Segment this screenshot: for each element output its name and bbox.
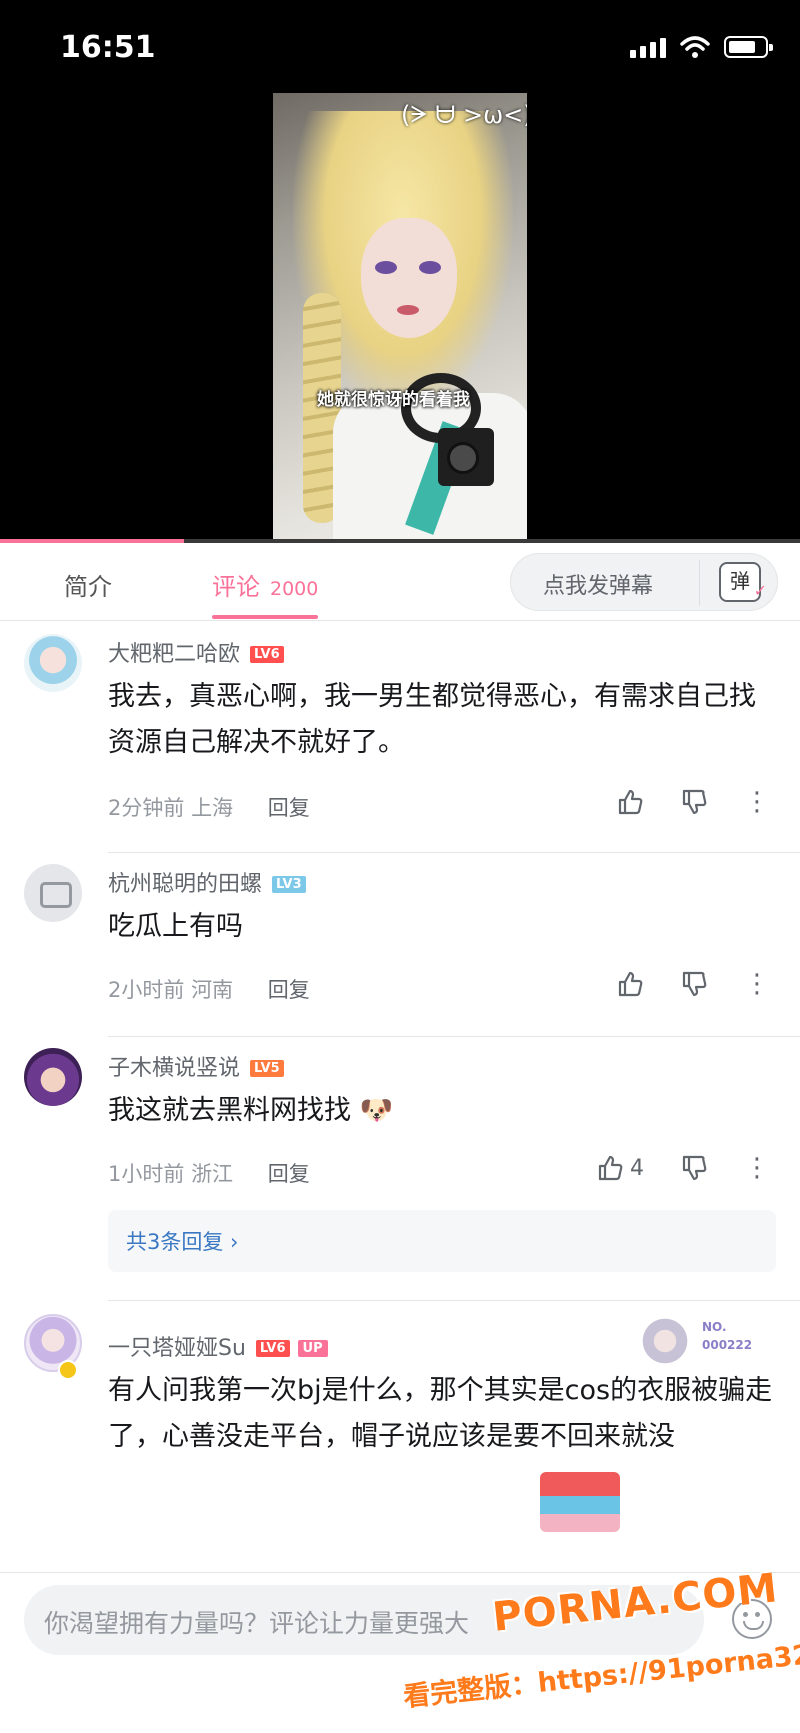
video-figure-eye (375, 261, 397, 274)
username-text: 大粑粑二哈欧 (108, 642, 241, 667)
comment-text: 我去，真恶心啊，我一男生都觉得恶心，有需求自己找资源自己解决不就好了。 (108, 681, 756, 758)
video-figure-lips (397, 305, 419, 315)
comment-actions: ⋮ (616, 970, 770, 998)
video-player[interactable]: 16:51 (ᗒ ᗨ >ω<)✧ 她就很惊讶的看着我 (0, 0, 800, 543)
thumbs-up-icon (618, 971, 643, 997)
reply-button[interactable]: 回复 (268, 1162, 310, 1186)
danmu-toggle-icon[interactable]: 弹 (719, 562, 767, 608)
reply-button[interactable]: 回复 (268, 978, 310, 1002)
comment-username[interactable]: 子木横说竖说 LV5 (108, 1050, 284, 1082)
video-caption-top: (ᗒ ᗨ >ω<)✧ (401, 101, 527, 129)
comment-count: 2000 (270, 578, 319, 600)
comment-meta: 1小时前 浙江 回复 (108, 1158, 310, 1188)
dislike-button[interactable] (680, 788, 708, 816)
reply-button[interactable]: 回复 (268, 796, 310, 820)
comment-location: 浙江 (191, 1162, 234, 1186)
comment-divider (108, 1300, 800, 1301)
thumbs-down-icon (682, 789, 707, 815)
tab-comments-label: 评论 (212, 573, 260, 601)
tab-intro[interactable]: 简介 (64, 567, 112, 602)
replies-preview[interactable]: 共3条回复 › (108, 1210, 776, 1272)
level-badge: LV3 (272, 876, 306, 893)
thumbs-up-icon (618, 789, 643, 815)
level-badge: LV6 (250, 646, 284, 663)
vip-badge-icon (58, 1360, 78, 1380)
status-time: 16:51 (60, 30, 156, 65)
level-badge: LV6 (255, 1340, 290, 1357)
dislike-button[interactable] (680, 970, 708, 998)
comment-text: 吃瓜上有吗 (108, 911, 243, 942)
comment-divider (108, 1036, 800, 1037)
comment-actions: ⋮ (616, 788, 770, 816)
signal-icon (630, 38, 666, 58)
username-text: 子木横说竖说 (108, 1056, 241, 1081)
comment-list: 大粑粑二哈欧 LV6 我去，真恶心啊，我一男生都觉得恶心，有需求自己找资源自己解决… (0, 622, 800, 1572)
up-badge: UP (297, 1340, 328, 1357)
wifi-icon (680, 36, 710, 58)
like-count: 4 (630, 1155, 644, 1181)
more-icon[interactable]: ⋮ (744, 1155, 770, 1181)
fan-number-value: 000222 (702, 1338, 753, 1352)
avatar[interactable] (24, 864, 82, 922)
comment-actions: 4 ⋮ (596, 1154, 770, 1182)
sticker-image (540, 1472, 620, 1532)
thumbs-up-icon (598, 1155, 623, 1181)
video-figure-face (361, 218, 457, 338)
video-subtitle: 她就很惊讶的看着我 (317, 390, 470, 410)
fan-badge: NO. 000222 (640, 1314, 780, 1368)
thumbs-down-icon (682, 1155, 707, 1181)
doge-emoji-icon: 🐶 (359, 1095, 394, 1126)
view-replies-link[interactable]: 共3条回复 › (126, 1226, 238, 1256)
status-icons (630, 36, 773, 58)
fan-badge-avatar (640, 1314, 690, 1368)
tab-bar: 简介 评论 2000 点我发弹幕 弹 (0, 543, 800, 621)
dislike-button[interactable] (680, 1154, 708, 1182)
comment-text-body: 我这就去黑料网找找 (108, 1095, 351, 1126)
comment-input-placeholder: 你渴望拥有力量吗？评论让力量更强大 (44, 1609, 470, 1638)
comment-username[interactable]: 杭州聪明的田螺 LV3 (108, 866, 306, 898)
username-text: 一只塔娅娅Su (108, 1336, 246, 1361)
video-figure-eye (419, 261, 441, 274)
comment-divider (108, 852, 800, 853)
comment-time: 2分钟前 (108, 796, 185, 820)
comment-username[interactable]: 大粑粑二哈欧 LV6 (108, 636, 284, 668)
tab-active-indicator (212, 615, 318, 619)
video-frame[interactable]: (ᗒ ᗨ >ω<)✧ 她就很惊讶的看着我 (273, 93, 527, 543)
comment-time: 2小时前 (108, 978, 185, 1002)
like-button[interactable] (616, 788, 644, 816)
comment-meta: 2分钟前 上海 回复 (108, 792, 310, 822)
fan-number: NO. 000222 (702, 1318, 752, 1354)
level-badge: LV5 (250, 1060, 284, 1077)
comment-time: 1小时前 (108, 1162, 185, 1186)
like-button[interactable]: 4 (596, 1154, 644, 1182)
comment-location: 上海 (191, 796, 234, 820)
comment-username[interactable]: 一只塔娅娅Su LV6 UP (108, 1330, 328, 1362)
more-icon[interactable]: ⋮ (744, 971, 770, 997)
comment-location: 河南 (191, 978, 234, 1002)
avatar[interactable] (24, 1048, 82, 1106)
comment-text: 我这就去黑料网找找 🐶 (108, 1088, 778, 1134)
more-icon[interactable]: ⋮ (744, 789, 770, 815)
comment-text: 有人问我第一次bj是什么，那个其实是cos的衣服被骗走了，心善没走平台，帽子说应… (108, 1375, 773, 1452)
tab-comments[interactable]: 评论 2000 (212, 567, 318, 602)
comment-meta: 2小时前 河南 回复 (108, 974, 310, 1004)
camera-icon (438, 428, 494, 486)
danmu-input[interactable]: 点我发弹幕 弹 (510, 553, 778, 611)
username-text: 杭州聪明的田螺 (108, 872, 263, 897)
fan-number-label: NO. (702, 1320, 727, 1334)
like-button[interactable] (616, 970, 644, 998)
battery-icon (724, 36, 773, 58)
avatar[interactable] (24, 634, 82, 692)
thumbs-down-icon (682, 971, 707, 997)
danmu-divider (699, 560, 700, 606)
danmu-placeholder: 点我发弹幕 (543, 574, 654, 599)
